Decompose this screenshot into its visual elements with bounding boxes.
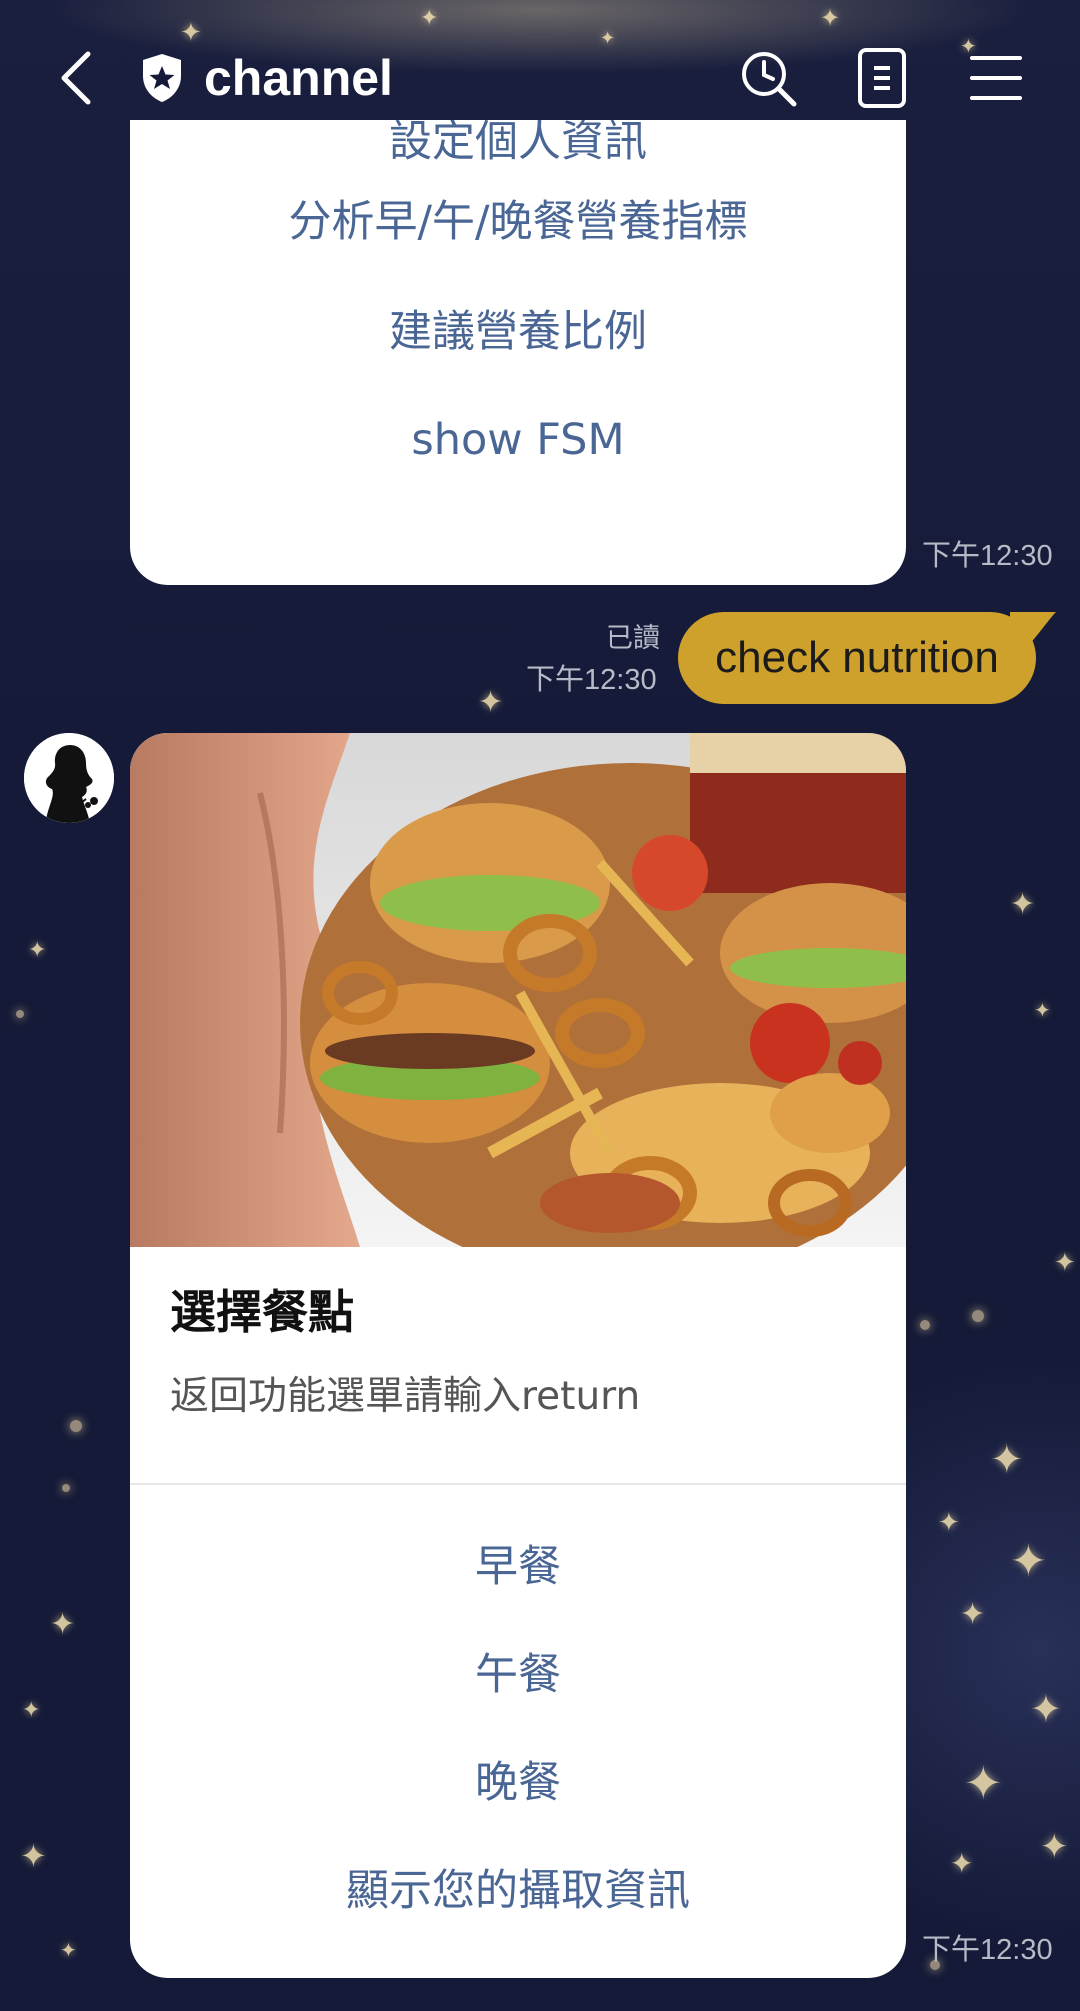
menu-item-personal-info[interactable]: 設定個人資訊 bbox=[130, 120, 906, 172]
action-show-intake[interactable]: 顯示您的攝取資訊 bbox=[130, 1861, 906, 1921]
function-menu-card: 設定個人資訊 分析早/午/晚餐營養指標 建議營養比例 show FSM bbox=[130, 120, 906, 585]
action-lunch[interactable]: 午餐 bbox=[130, 1645, 906, 1705]
menu-item-show-fsm[interactable]: show FSM bbox=[130, 410, 906, 470]
chat-title: channel bbox=[204, 50, 393, 106]
card-title: 選擇餐點 bbox=[170, 1285, 354, 1339]
card-divider bbox=[130, 1483, 906, 1485]
message-timestamp: 下午12:30 bbox=[526, 664, 657, 696]
fast-food-image bbox=[130, 733, 906, 1283]
menu-item-analyze-meals[interactable]: 分析早/午/晚餐營養指標 bbox=[130, 192, 906, 252]
notes-icon[interactable] bbox=[850, 46, 914, 110]
message-timestamp: 下午12:30 bbox=[922, 540, 1053, 572]
bot-avatar[interactable] bbox=[24, 733, 114, 823]
action-dinner[interactable]: 晚餐 bbox=[130, 1753, 906, 1813]
user-message-bubble[interactable]: check nutrition bbox=[678, 612, 1036, 704]
menu-icon[interactable] bbox=[964, 46, 1028, 110]
message-timestamp: 下午12:30 bbox=[922, 1934, 1053, 1966]
back-arrow-icon[interactable] bbox=[50, 44, 110, 112]
read-receipt: 已讀 bbox=[606, 623, 660, 654]
action-breakfast[interactable]: 早餐 bbox=[130, 1537, 906, 1597]
search-clock-icon[interactable] bbox=[736, 46, 800, 110]
menu-item-suggest-ratio[interactable]: 建議營養比例 bbox=[130, 302, 906, 362]
shield-star-icon bbox=[140, 52, 184, 104]
card-subtitle: 返回功能選單請輸入return bbox=[170, 1374, 641, 1419]
